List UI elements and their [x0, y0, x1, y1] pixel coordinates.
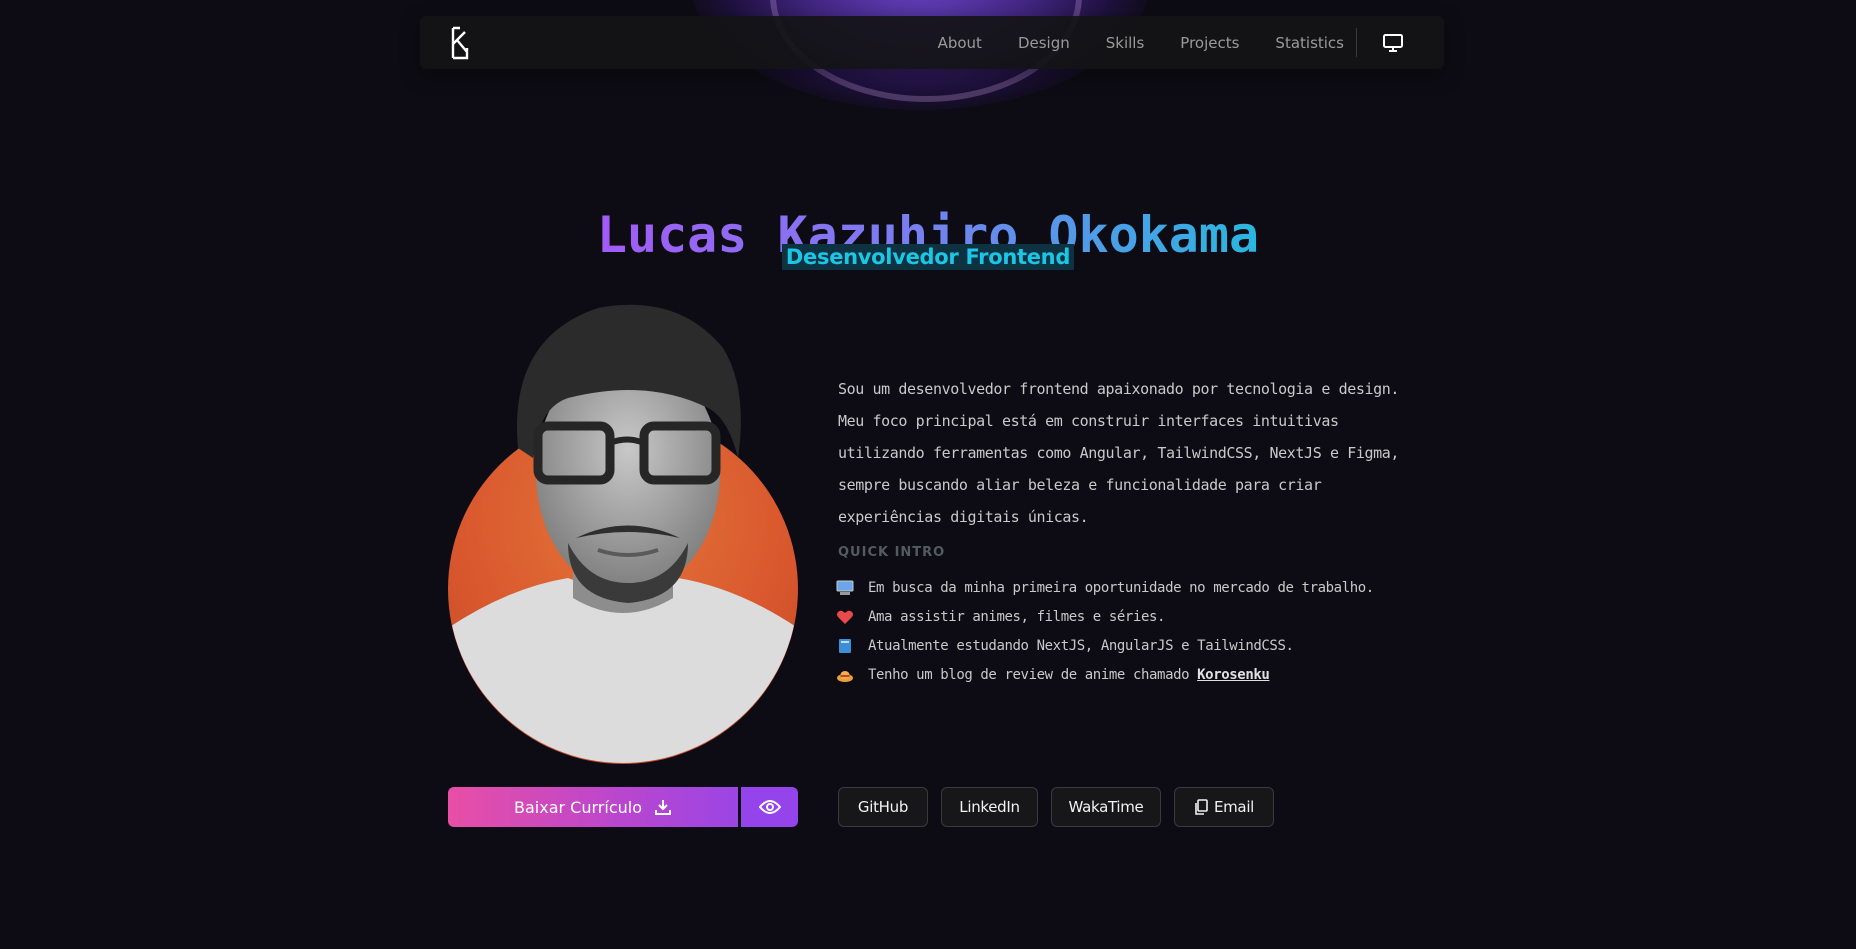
- nav-link-statistics[interactable]: Statistics: [1257, 34, 1362, 52]
- download-cv-button[interactable]: Baixar Currículo: [448, 787, 738, 827]
- nav-link-skills[interactable]: Skills: [1088, 34, 1163, 52]
- heart-icon: [837, 610, 853, 624]
- avatar: [448, 304, 798, 763]
- list-item: Atualmente estudando NextJS, AngularJS e…: [836, 631, 1456, 660]
- hero-role: Desenvolvedor Frontend: [781, 244, 1075, 270]
- preview-cv-button[interactable]: [741, 787, 798, 827]
- nav-link-about[interactable]: About: [920, 34, 1000, 52]
- nav-link-projects[interactable]: Projects: [1162, 34, 1257, 52]
- nav-divider: [1356, 28, 1357, 57]
- list-item: Ama assistir animes, filmes e séries.: [836, 602, 1456, 631]
- monitor-icon[interactable]: [1382, 33, 1404, 53]
- navbar: About Design Skills Projects Statistics: [420, 16, 1444, 69]
- list-item: Em busca da minha primeira oportunidade …: [836, 573, 1456, 602]
- quick-intro-title: QUICK INTRO: [838, 545, 946, 560]
- email-button[interactable]: Email: [1174, 787, 1274, 827]
- list-item: Tenho um blog de review de anime chamado…: [836, 660, 1456, 689]
- k-logo-icon[interactable]: [450, 26, 470, 60]
- book-icon: [839, 638, 851, 653]
- straw-hat-icon: [837, 670, 853, 682]
- quick-intro-list: Em busca da minha primeira oportunidade …: [836, 573, 1456, 689]
- nav-link-design[interactable]: Design: [1000, 34, 1088, 52]
- wakatime-button[interactable]: WakaTime: [1051, 787, 1161, 827]
- linkedin-button[interactable]: LinkedIn: [941, 787, 1038, 827]
- download-icon: [654, 800, 671, 815]
- copy-icon: [1195, 799, 1208, 815]
- github-button[interactable]: GitHub: [838, 787, 928, 827]
- eye-icon: [758, 800, 781, 814]
- bio-text: Sou um desenvolvedor frontend apaixonado…: [838, 380, 1399, 526]
- social-links: GitHub LinkedIn WakaTime Email: [838, 787, 1274, 827]
- blog-link[interactable]: Korosenku: [1197, 667, 1270, 683]
- nav-links: About Design Skills Projects Statistics: [920, 16, 1362, 69]
- computer-icon: [836, 580, 854, 595]
